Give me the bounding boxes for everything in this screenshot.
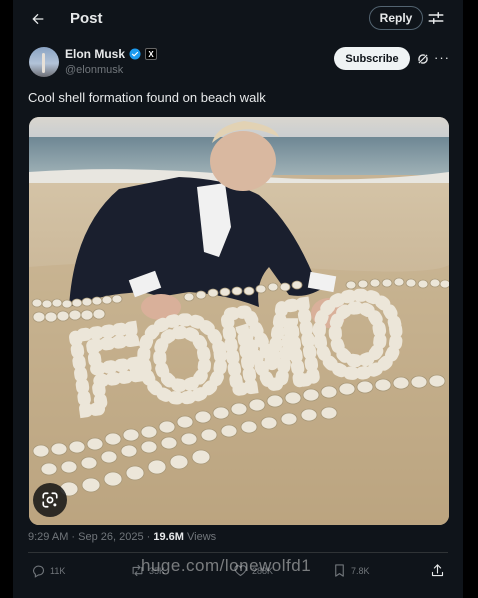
watermark-text: huge.com/lonewolfd1 <box>141 556 312 575</box>
bookmark-icon <box>335 564 344 577</box>
bookmark-action[interactable]: 7.8K <box>332 563 370 578</box>
page-title: Post <box>70 10 103 27</box>
bookmark-count: 7.8K <box>351 565 370 576</box>
share-icon <box>431 564 444 577</box>
comment-icon <box>32 565 45 578</box>
sliders-icon <box>428 12 444 24</box>
top-bar: Post Reply <box>13 0 463 38</box>
author-name-row[interactable]: Elon Musk X <box>65 47 158 61</box>
subscribe-button[interactable]: Subscribe <box>334 47 410 70</box>
beach-scene: FOMO <box>29 117 449 525</box>
more-options-button[interactable]: ··· <box>434 50 450 65</box>
author-name: Elon Musk <box>65 47 126 61</box>
post-meta: 9:29 AM · Sep 26, 2025 · 19.6M Views <box>28 531 216 543</box>
back-button[interactable] <box>27 8 49 30</box>
view-count: 19.6M <box>153 531 184 543</box>
grok-button[interactable] <box>416 52 430 66</box>
author-handle[interactable]: @elonmusk <box>65 64 123 76</box>
divider <box>28 552 448 553</box>
reply-action[interactable]: 11K <box>31 563 65 578</box>
grok-icon <box>417 53 429 65</box>
reply-count: 11K <box>50 565 66 576</box>
verified-badge-icon <box>129 48 141 60</box>
reply-button[interactable]: Reply <box>369 6 423 30</box>
timestamp[interactable]: 9:29 AM · Sep 26, 2025 · <box>28 531 153 543</box>
google-lens-button[interactable] <box>33 483 67 517</box>
share-action[interactable] <box>430 563 445 578</box>
tweet-text: Cool shell formation found on beach walk <box>28 90 266 105</box>
post-view: Post Reply Elon Musk X @elonmusk Subscri… <box>13 0 463 598</box>
views-label: Views <box>183 531 217 543</box>
google-lens-icon <box>42 492 58 508</box>
affiliate-badge: X <box>145 48 158 60</box>
avatar[interactable] <box>29 47 59 77</box>
settings-button[interactable] <box>427 9 445 27</box>
arrow-left-icon <box>32 13 44 25</box>
post-image[interactable]: FOMO <box>29 117 449 525</box>
